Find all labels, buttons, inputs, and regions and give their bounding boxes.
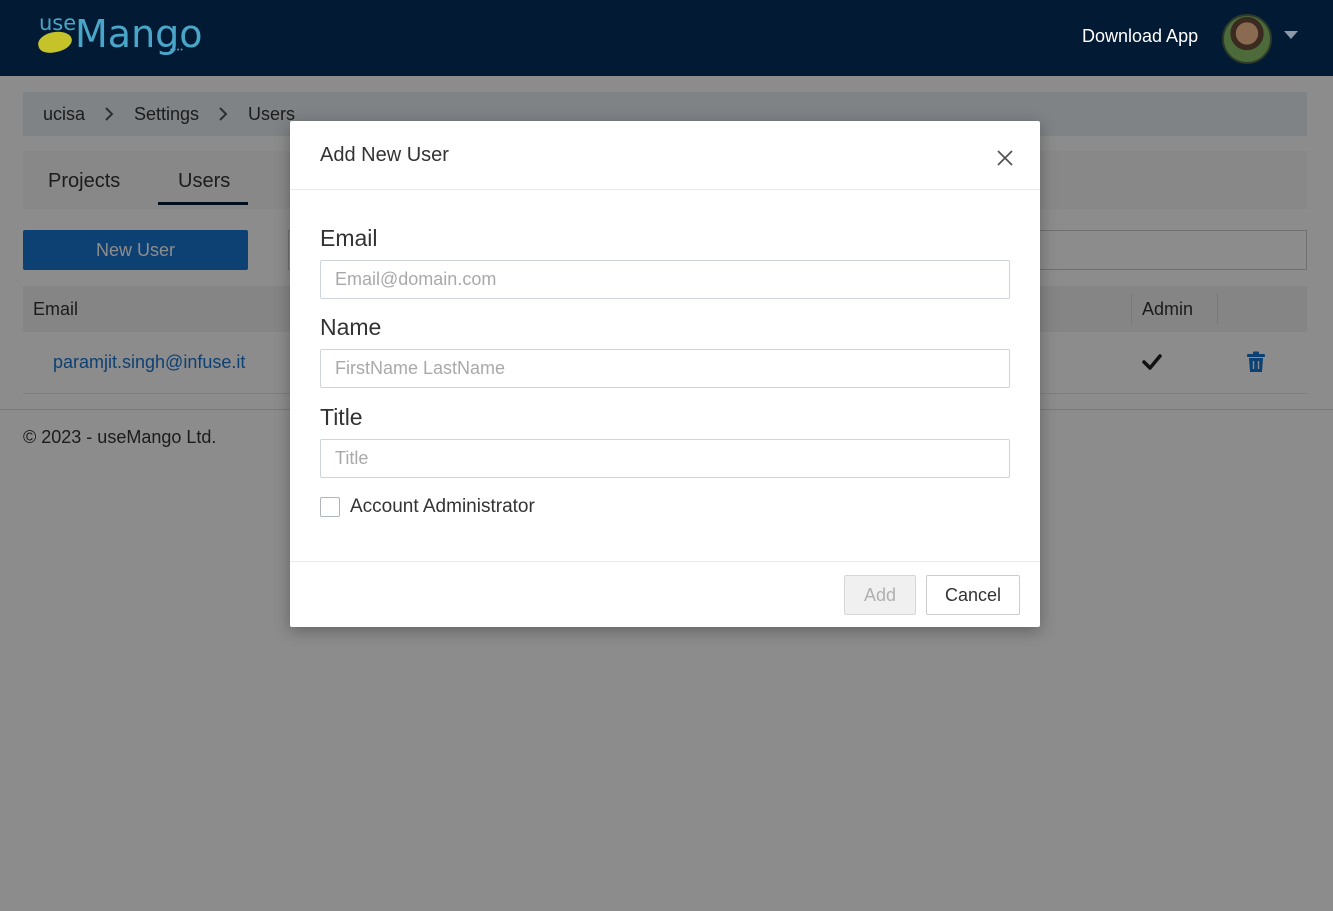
dialog-footer: Add Cancel [290,561,1040,627]
cancel-button[interactable]: Cancel [926,575,1020,615]
add-button[interactable]: Add [844,575,916,615]
modal-backdrop-top [0,0,1333,76]
close-icon[interactable] [990,143,1020,173]
email-field[interactable] [320,260,1010,299]
account-admin-checkbox[interactable] [320,497,340,517]
add-user-dialog: Add New User Email Name Title Account Ad… [290,121,1040,627]
email-label: Email [320,225,378,251]
title-label: Title [320,404,363,430]
dialog-header: Add New User [290,121,1040,190]
account-admin-label[interactable]: Account Administrator [350,495,535,519]
name-field[interactable] [320,349,1010,388]
name-label: Name [320,314,382,340]
title-field[interactable] [320,439,1010,478]
dialog-title: Add New User [320,144,449,166]
